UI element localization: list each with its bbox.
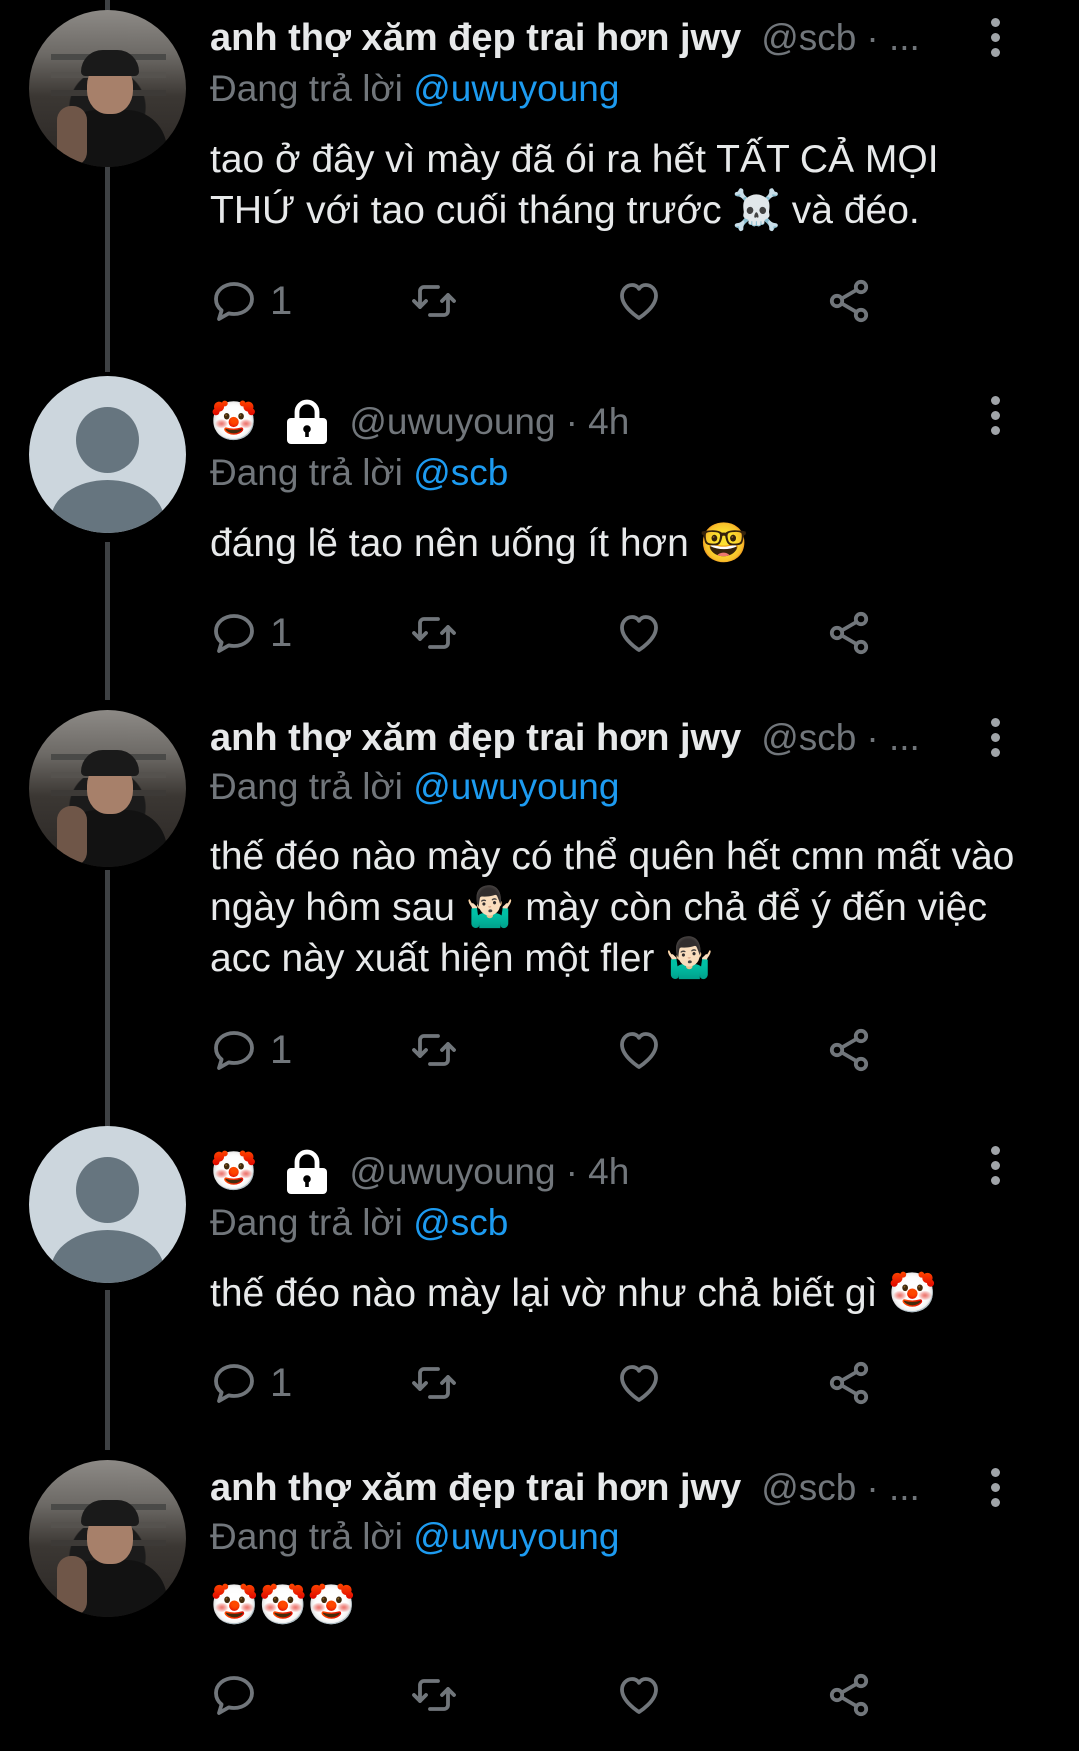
tweet-time: · ... xyxy=(866,17,920,58)
tweet-text: đáng lẽ tao nên uống ít hơn 🤓 xyxy=(210,522,749,565)
like-button[interactable] xyxy=(615,1020,663,1080)
tweet-text: tao ở đây vì mày đã ói ra hết TẤT CẢ MỌI… xyxy=(210,138,939,232)
reply-mention[interactable]: @uwuyoung xyxy=(413,68,619,109)
author-name[interactable]: anh thợ xăm đẹp trai hơn jwy xyxy=(210,1467,741,1510)
more-vertical-icon[interactable] xyxy=(985,1146,1005,1190)
retweet-button[interactable] xyxy=(410,1020,458,1080)
reply-button[interactable]: 1 xyxy=(210,1020,292,1080)
reply-mention[interactable]: @uwuyoung xyxy=(413,1516,619,1557)
reply-bubble-icon xyxy=(214,1676,254,1715)
reply-count: 1 xyxy=(270,610,293,655)
more-vertical-icon[interactable] xyxy=(985,1468,1005,1512)
author-name[interactable]: anh thợ xăm đẹp trai hơn jwy xyxy=(210,17,741,60)
replying-to: Đang trả lời @scb xyxy=(210,452,509,493)
reply-button[interactable]: 1 xyxy=(210,1353,292,1413)
share-icon xyxy=(829,1361,869,1405)
more-vertical-icon[interactable] xyxy=(985,718,1005,762)
author-name[interactable]: 🤡 xyxy=(210,400,257,444)
avatar[interactable] xyxy=(29,10,186,167)
reply-count: 1 xyxy=(270,1027,293,1072)
tweet[interactable]: 🤡 @uwuyoung · 4h Đang trả lời @scb đáng … xyxy=(0,372,1079,700)
reply-bubble-icon xyxy=(214,1364,254,1403)
replying-to: Đang trả lời @uwuyoung xyxy=(210,68,620,109)
replying-to: Đang trả lời @uwuyoung xyxy=(210,1516,620,1557)
heart-icon xyxy=(620,615,658,652)
share-button[interactable] xyxy=(825,1353,873,1413)
tweet[interactable]: anh thợ xăm đẹp trai hơn jwy @scb · ... … xyxy=(0,1450,1079,1751)
retweet-icon xyxy=(412,1367,456,1399)
replying-to: Đang trả lời @scb xyxy=(210,1202,509,1243)
more-vertical-icon[interactable] xyxy=(985,18,1005,62)
avatar[interactable] xyxy=(29,1126,186,1283)
share-icon xyxy=(829,1028,869,1072)
reply-mention[interactable]: @scb xyxy=(413,1202,508,1243)
heart-icon xyxy=(620,1032,658,1069)
reply-mention[interactable]: @scb xyxy=(413,452,508,493)
tweet-time: · ... xyxy=(866,717,920,758)
like-button[interactable] xyxy=(615,603,663,663)
share-icon xyxy=(829,1673,869,1717)
reply-button[interactable] xyxy=(210,1665,270,1725)
share-button[interactable] xyxy=(825,271,873,331)
retweet-icon xyxy=(412,285,456,317)
tweet-time: · 4h xyxy=(565,1151,630,1192)
retweet-icon xyxy=(412,1679,456,1711)
tweet-time: · ... xyxy=(866,1467,920,1508)
avatar[interactable] xyxy=(29,1460,186,1617)
retweet-button[interactable] xyxy=(410,271,458,331)
author-handle[interactable]: @scb xyxy=(761,717,856,759)
share-button[interactable] xyxy=(825,603,873,663)
share-icon xyxy=(829,279,869,323)
retweet-button[interactable] xyxy=(410,1665,458,1725)
tweet-text: thế đéo nào mày có thể quên hết cmn mất … xyxy=(210,835,1015,980)
retweet-icon xyxy=(412,617,456,649)
avatar[interactable] xyxy=(29,376,186,533)
share-button[interactable] xyxy=(825,1020,873,1080)
more-vertical-icon[interactable] xyxy=(985,396,1005,440)
tweet-text: thế đéo nào mày lại vờ như chả biết gì 🤡 xyxy=(210,1272,937,1315)
like-button[interactable] xyxy=(615,271,663,331)
like-button[interactable] xyxy=(615,1665,663,1725)
share-button[interactable] xyxy=(825,1665,873,1725)
heart-icon xyxy=(620,1677,658,1714)
reply-bubble-icon xyxy=(214,282,254,321)
reply-bubble-icon xyxy=(214,1031,254,1070)
share-icon xyxy=(829,611,869,655)
reply-mention[interactable]: @uwuyoung xyxy=(413,766,619,807)
heart-icon xyxy=(620,283,658,320)
avatar[interactable] xyxy=(29,710,186,867)
retweet-button[interactable] xyxy=(410,603,458,663)
author-handle[interactable]: @uwuyoung xyxy=(349,1151,555,1193)
tweet-time: · 4h xyxy=(565,401,630,442)
like-button[interactable] xyxy=(615,1353,663,1413)
tweet[interactable]: anh thợ xăm đẹp trai hơn jwy @scb · ... … xyxy=(0,700,1079,1130)
reply-bubble-icon xyxy=(214,614,254,653)
tweet[interactable]: anh thợ xăm đẹp trai hơn jwy @scb · ... … xyxy=(0,0,1079,372)
tweet[interactable]: 🤡 @uwuyoung · 4h Đang trả lời @scb thế đ… xyxy=(0,1126,1079,1450)
author-handle[interactable]: @scb xyxy=(761,1467,856,1509)
author-handle[interactable]: @uwuyoung xyxy=(349,401,555,443)
author-handle[interactable]: @scb xyxy=(761,17,856,59)
lock-icon xyxy=(281,398,333,446)
tweet-text: 🤡🤡🤡 xyxy=(210,1584,356,1627)
reply-button[interactable]: 1 xyxy=(210,603,292,663)
heart-icon xyxy=(620,1365,658,1402)
reply-count: 1 xyxy=(270,1360,293,1405)
retweet-icon xyxy=(412,1034,456,1066)
author-name[interactable]: anh thợ xăm đẹp trai hơn jwy xyxy=(210,717,741,760)
author-name[interactable]: 🤡 xyxy=(210,1150,257,1194)
retweet-button[interactable] xyxy=(410,1353,458,1413)
lock-icon xyxy=(281,1148,333,1196)
reply-button[interactable]: 1 xyxy=(210,271,292,331)
reply-count: 1 xyxy=(270,278,293,323)
replying-to: Đang trả lời @uwuyoung xyxy=(210,766,620,807)
